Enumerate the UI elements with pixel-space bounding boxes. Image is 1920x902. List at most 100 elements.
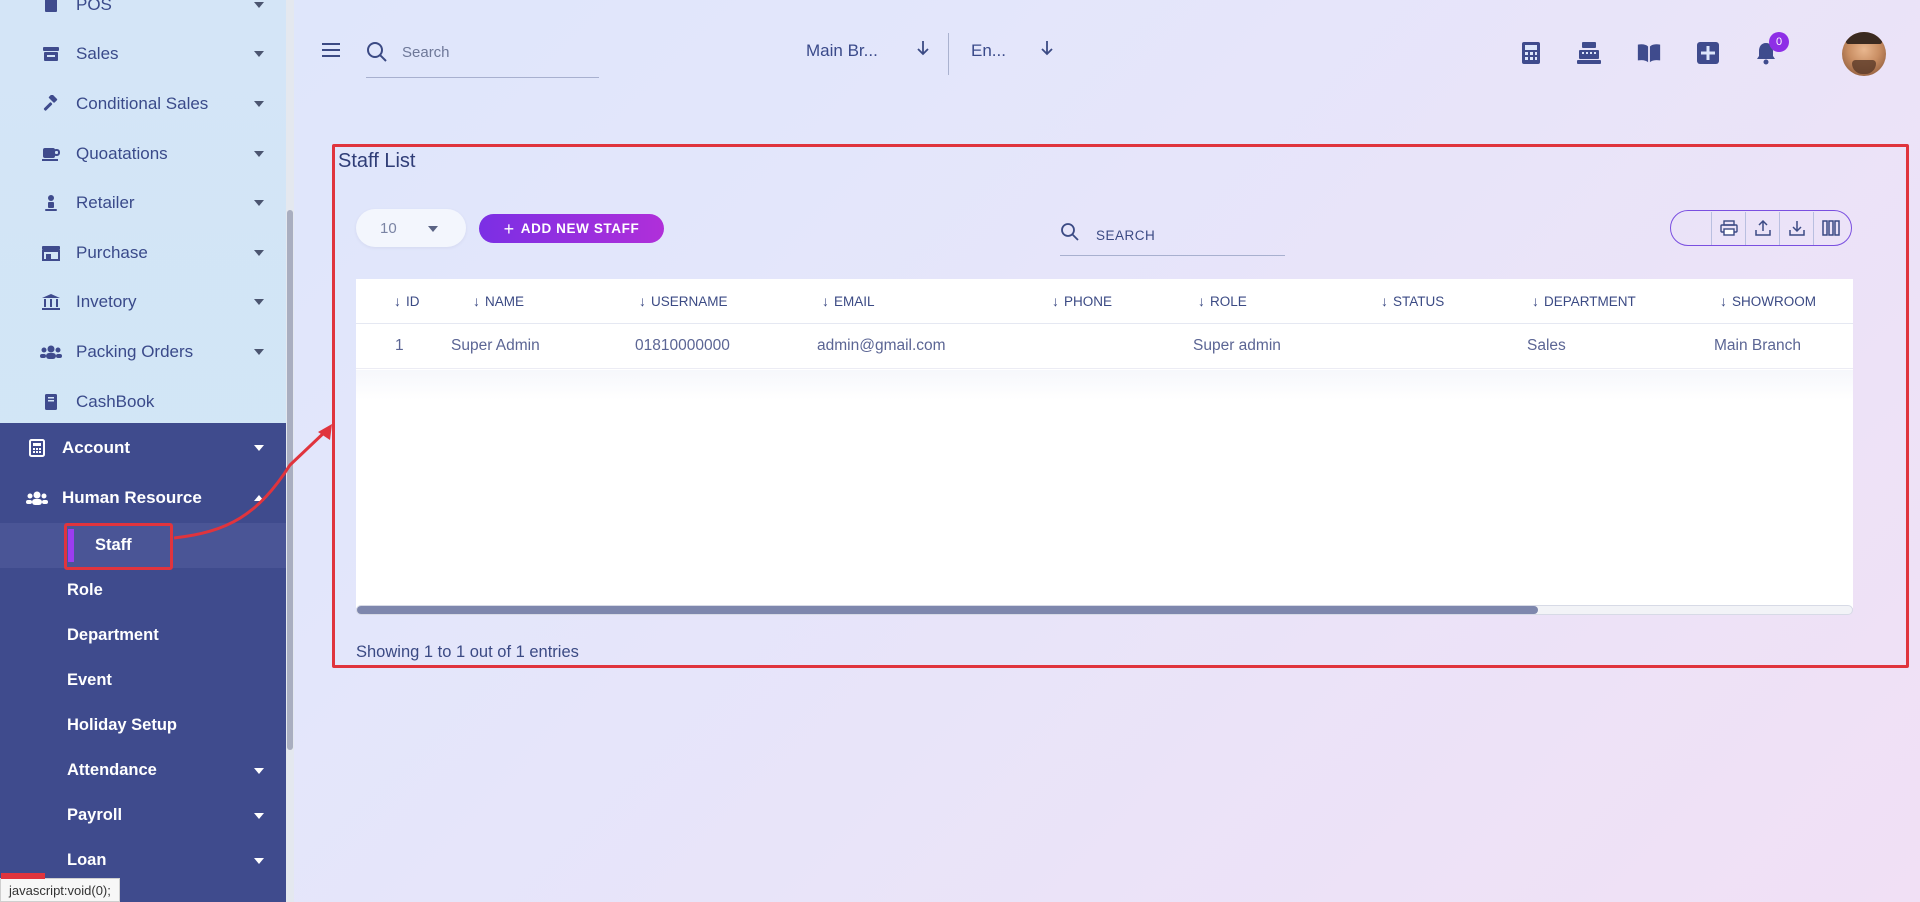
upload-icon[interactable] bbox=[1745, 211, 1779, 245]
bell-icon[interactable]: 0 bbox=[1753, 32, 1789, 66]
search-icon bbox=[1060, 222, 1080, 247]
column-header-label: NAME bbox=[485, 293, 525, 309]
sidebar-item-label: POS bbox=[76, 0, 112, 14]
global-search-input[interactable] bbox=[402, 40, 592, 64]
cell-username: 01810000000 bbox=[635, 337, 730, 354]
sidebar-item-label: Conditional Sales bbox=[76, 93, 209, 113]
sidebar-subitem-label: Loan bbox=[67, 851, 107, 869]
book-open-icon[interactable] bbox=[1636, 40, 1662, 66]
branch-select[interactable]: Main Br... bbox=[806, 40, 930, 61]
plus-square-icon[interactable] bbox=[1695, 40, 1721, 66]
language-select-value: En... bbox=[971, 40, 1006, 60]
table-search-input[interactable] bbox=[1096, 224, 1276, 246]
sidebar-item-label: CashBook bbox=[76, 391, 155, 411]
global-search bbox=[366, 36, 599, 78]
column-header-label: USERNAME bbox=[651, 293, 728, 309]
per-page-value: 10 bbox=[380, 220, 397, 237]
avatar[interactable] bbox=[1842, 32, 1886, 76]
sidebar-item-label: Purchase bbox=[76, 242, 148, 262]
sidebar-item-packing-orders[interactable]: Packing Orders bbox=[0, 327, 286, 377]
cell-role: Super admin bbox=[1193, 337, 1281, 354]
table-header: ↓ ID ↓ NAME ↓ USERNAME ↓ EMAIL ↓ PHONE ↓ ROLE … bbox=[356, 279, 1853, 324]
caret-down-icon bbox=[254, 299, 264, 306]
sidebar-subitem-role[interactable]: Role bbox=[0, 568, 286, 613]
sidebar-item-pos[interactable]: POS bbox=[0, 0, 286, 30]
plus-icon: + bbox=[503, 218, 515, 239]
store-icon bbox=[40, 43, 62, 65]
sidebar-top-menu: POS Sales Conditional Sales Quoatations … bbox=[0, 0, 286, 426]
sidebar-item-conditional-sales[interactable]: Conditional Sales bbox=[0, 79, 286, 129]
table-tools bbox=[1670, 210, 1852, 246]
sort-arrow-icon: ↓ bbox=[1381, 293, 1388, 309]
add-new-staff-label: ADD NEW STAFF bbox=[520, 221, 640, 236]
calculator-icon[interactable] bbox=[1518, 40, 1544, 66]
sort-arrow-icon: ↓ bbox=[1532, 293, 1539, 309]
column-header-showroom[interactable]: ↓ SHOWROOM bbox=[1720, 293, 1816, 309]
sidebar-subitem-payroll[interactable]: Payroll bbox=[0, 793, 286, 838]
topbar-divider bbox=[948, 33, 949, 75]
table-horizontal-scrollbar[interactable] bbox=[356, 605, 1853, 615]
person-icon bbox=[40, 192, 62, 214]
sidebar-subitem-label: Holiday Setup bbox=[67, 716, 178, 734]
cash-register-icon[interactable] bbox=[1576, 40, 1602, 66]
sidebar-item-sales[interactable]: Sales bbox=[0, 30, 286, 80]
columns-icon[interactable] bbox=[1813, 211, 1847, 245]
add-new-staff-button[interactable]: + ADD NEW STAFF bbox=[479, 214, 664, 243]
column-header-department[interactable]: ↓ DEPARTMENT bbox=[1532, 293, 1636, 309]
sort-arrow-icon: ↓ bbox=[1052, 293, 1059, 309]
status-bar-url: javascript:void(0); bbox=[0, 873, 120, 902]
column-header-id[interactable]: ↓ ID bbox=[394, 293, 420, 309]
table-entries-info: Showing 1 to 1 out of 1 entries bbox=[356, 643, 579, 661]
sidebar-item-quoatations[interactable]: Quoatations bbox=[0, 129, 286, 179]
language-select[interactable]: En... bbox=[971, 40, 1054, 61]
cell-name: Super Admin bbox=[451, 337, 540, 354]
column-header-name[interactable]: ↓ NAME bbox=[473, 293, 524, 309]
annotation-arrow bbox=[173, 424, 332, 540]
sidebar-subitem-label: Department bbox=[67, 626, 159, 644]
download-icon[interactable] bbox=[1779, 211, 1813, 245]
sidebar-item-retailer[interactable]: Retailer bbox=[0, 178, 286, 228]
sidebar-item-label: Account bbox=[62, 438, 130, 457]
caret-down-icon bbox=[254, 150, 264, 157]
sidebar-subitem-event[interactable]: Event bbox=[0, 658, 286, 703]
table-row[interactable]: 1 Super Admin 01810000000 admin@gmail.co… bbox=[356, 324, 1853, 369]
column-header-phone[interactable]: ↓ PHONE bbox=[1052, 293, 1112, 309]
book-icon bbox=[40, 391, 62, 413]
column-header-role[interactable]: ↓ ROLE bbox=[1198, 293, 1247, 309]
sort-arrow-icon: ↓ bbox=[1198, 293, 1205, 309]
users-icon bbox=[40, 341, 62, 363]
cell-id: 1 bbox=[395, 337, 404, 354]
print-icon[interactable] bbox=[1711, 211, 1745, 245]
per-page-select[interactable]: 10 bbox=[356, 209, 466, 247]
sidebar-subitem-label: Payroll bbox=[67, 806, 123, 824]
staff-table: ↓ ID ↓ NAME ↓ USERNAME ↓ EMAIL ↓ PHONE ↓ ROLE … bbox=[356, 279, 1853, 608]
sidebar-subitem-label: Attendance bbox=[67, 761, 157, 779]
hamburger-menu-icon[interactable] bbox=[322, 42, 342, 63]
table-scrollbar-thumb[interactable] bbox=[357, 606, 1538, 614]
sort-arrow-icon: ↓ bbox=[822, 293, 829, 309]
bank-icon bbox=[40, 291, 62, 313]
notification-badge: 0 bbox=[1769, 32, 1789, 52]
caret-down-icon bbox=[254, 249, 264, 256]
sidebar-item-label: Invetory bbox=[76, 292, 137, 312]
page-title: Staff List bbox=[338, 150, 416, 172]
caret-down-icon bbox=[254, 1, 264, 8]
table-row-shadow bbox=[356, 370, 1853, 400]
pos-icon bbox=[40, 0, 62, 16]
column-header-email[interactable]: ↓ EMAIL bbox=[822, 293, 875, 309]
caret-down-icon bbox=[254, 200, 264, 207]
caret-down-icon bbox=[254, 812, 264, 819]
column-header-label: SHOWROOM bbox=[1732, 293, 1816, 309]
column-header-username[interactable]: ↓ USERNAME bbox=[639, 293, 728, 309]
caret-down-icon bbox=[254, 348, 264, 355]
sidebar-item-purchase[interactable]: Purchase bbox=[0, 228, 286, 278]
column-header-label: DEPARTMENT bbox=[1544, 293, 1636, 309]
sidebar-item-cashbook[interactable]: CashBook bbox=[0, 377, 286, 427]
sidebar-subitem-holiday-setup[interactable]: Holiday Setup bbox=[0, 703, 286, 748]
sidebar-subitem-department[interactable]: Department bbox=[0, 613, 286, 658]
sidebar-subitem-attendance[interactable]: Attendance bbox=[0, 748, 286, 793]
cell-showroom: Main Branch bbox=[1714, 337, 1802, 354]
sidebar-item-invetory[interactable]: Invetory bbox=[0, 278, 286, 328]
column-header-status[interactable]: ↓ STATUS bbox=[1381, 293, 1444, 309]
sort-arrow-icon: ↓ bbox=[639, 293, 646, 309]
